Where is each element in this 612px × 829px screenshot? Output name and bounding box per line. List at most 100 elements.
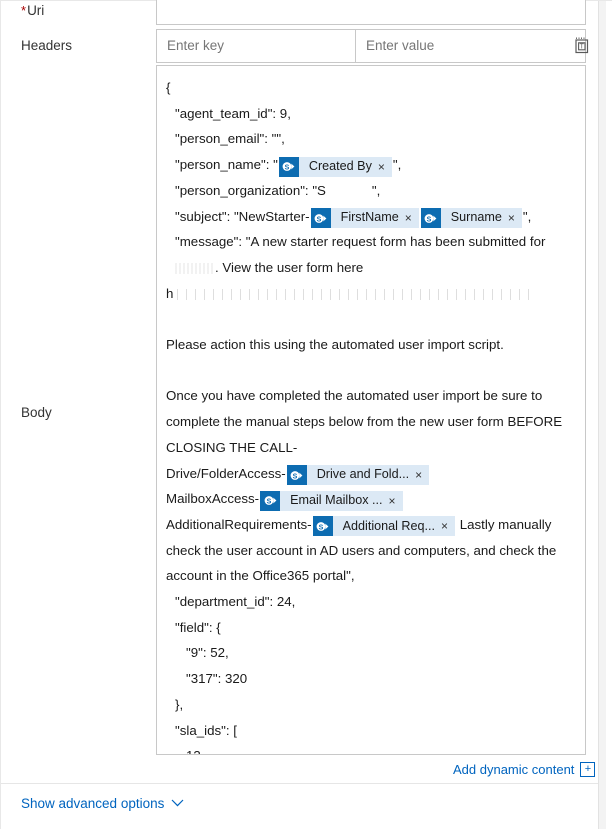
body-line: "department_id": 24, [166,589,575,615]
remove-token-icon[interactable]: × [441,516,455,536]
dynamic-content-token[interactable]: S FirstName × [310,208,419,229]
body-text: ", [392,157,402,173]
body-line: "agent_team_id": 9, [166,101,575,127]
body-line [166,306,575,332]
body-text: ", [522,208,532,224]
header-key-input[interactable]: Enter key [156,29,356,63]
body-text: "department_id": 24, [175,594,296,610]
remove-token-icon[interactable]: × [378,157,392,177]
sharepoint-icon: S [312,516,333,537]
show-advanced-options-button[interactable]: Show advanced options [21,794,184,812]
body-text: "sla_ids": [ [175,722,237,738]
required-asterisk: * [21,3,27,18]
body-text: AdditionalRequirements- [166,516,312,532]
token-label: Created By [308,158,372,173]
token-label: Email Mailbox ... [290,492,383,507]
body-text: Drive/FolderAccess- [166,465,286,481]
add-dynamic-content-button[interactable]: Add dynamic content + [453,762,596,777]
remove-token-icon[interactable]: × [405,208,419,228]
body-line: "9": 52, [166,640,575,666]
svg-text:S: S [317,216,322,223]
svg-text:S: S [319,524,324,531]
dynamic-content-token[interactable]: S Drive and Fold... × [286,465,430,486]
body-text: ", [371,182,381,198]
svg-text:S: S [293,473,298,480]
http-action-panel: *Uri Headers Enter key Enter value T Bod… [0,0,612,829]
body-line: "subject": "NewStarter- S FirstName × S Surna… [166,204,575,230]
body-text: "person_name": " [175,157,278,173]
body-text: Once you have completed the automated us… [166,388,566,455]
plus-icon[interactable]: + [580,762,596,777]
body-editor[interactable]: { "agent_team_id": 9, "person_email": "", "… [156,65,586,755]
body-line: AdditionalRequirements- S Additional Req..… [166,512,575,589]
headers-row: Headers Enter key Enter value T [1,29,599,65]
body-text: "message": "A new starter request form h… [175,234,550,250]
body-line: "person_organization": "S ", [166,178,575,204]
dynamic-content-token[interactable]: S Additional Req... × [312,516,456,537]
remove-token-icon[interactable]: × [508,208,522,228]
footer-divider [1,783,599,784]
uri-row: *Uri [1,0,599,25]
body-line [166,358,575,384]
body-line: "person_email": "", [166,126,575,152]
panel-scrollbar[interactable] [598,1,612,829]
body-line: "317": 320 [166,666,575,692]
dynamic-content-token[interactable]: S Created By × [278,156,392,177]
sharepoint-icon: S [260,490,281,511]
remove-token-icon[interactable]: × [415,465,429,485]
headers-label: Headers [21,38,73,53]
uri-input[interactable] [156,0,586,25]
body-text: . View the user form here [215,259,364,275]
body-text: "person_organization": "S [175,182,326,198]
token-label: Surname [450,210,502,225]
body-line: h [166,281,575,307]
body-text: 13 [186,748,201,754]
dynamic-content-token[interactable]: S Email Mailbox ... × [260,490,403,511]
body-line: Once you have completed the automated us… [166,383,575,460]
svg-text:S: S [427,216,432,223]
body-text: h [166,285,174,301]
body-text: }, [175,696,184,712]
redacted-url [177,288,533,300]
token-label: Additional Req... [342,518,436,533]
body-text: "317": 320 [186,671,248,687]
sharepoint-icon: S [310,208,331,229]
body-text: { [166,80,171,95]
body-line: "sla_ids": [ [166,718,575,744]
body-text: "9": 52, [186,645,229,661]
chevron-down-icon [171,794,184,812]
body-line: }, [166,692,575,718]
add-dynamic-content-label: Add dynamic content [453,762,575,777]
body-line: MailboxAccess- S Email Mailbox ... × [166,486,575,512]
delete-header-icon[interactable]: T [571,35,593,57]
body-text: Please action this using the automated u… [166,337,504,353]
panel-content: *Uri Headers Enter key Enter value T Bod… [1,0,599,829]
remove-token-icon[interactable]: × [389,491,403,511]
body-line: "person_name": " S Created By × ", [166,152,575,178]
body-line: { [166,75,575,101]
body-line: Drive/FolderAccess- S Drive and Fold... × [166,461,575,487]
dynamic-content-token[interactable]: S Surname × [420,208,522,229]
uri-label: *Uri [21,3,44,19]
svg-text:T: T [579,43,584,50]
header-value-input[interactable]: Enter value [356,29,586,63]
redacted-text [175,262,215,274]
token-label: FirstName [340,210,399,225]
body-text: "field": { [175,619,221,635]
svg-text:S: S [285,164,290,171]
scrollbar-track[interactable] [606,1,612,829]
sharepoint-icon: S [278,156,299,177]
body-text: "agent_team_id": 9, [175,105,291,121]
body-text: "person_email": "", [175,131,285,147]
body-line: 13 [166,743,575,754]
body-text: "subject": "NewStarter- [175,208,310,224]
show-advanced-options-label: Show advanced options [21,795,165,811]
sharepoint-icon: S [286,465,307,486]
svg-text:S: S [266,499,271,506]
token-label: Drive and Fold... [316,467,410,482]
body-line: "field": { [166,615,575,641]
body-line: Please action this using the automated u… [166,332,575,358]
body-text: MailboxAccess- [166,491,260,507]
sharepoint-icon: S [420,208,441,229]
body-label: Body [21,405,52,420]
